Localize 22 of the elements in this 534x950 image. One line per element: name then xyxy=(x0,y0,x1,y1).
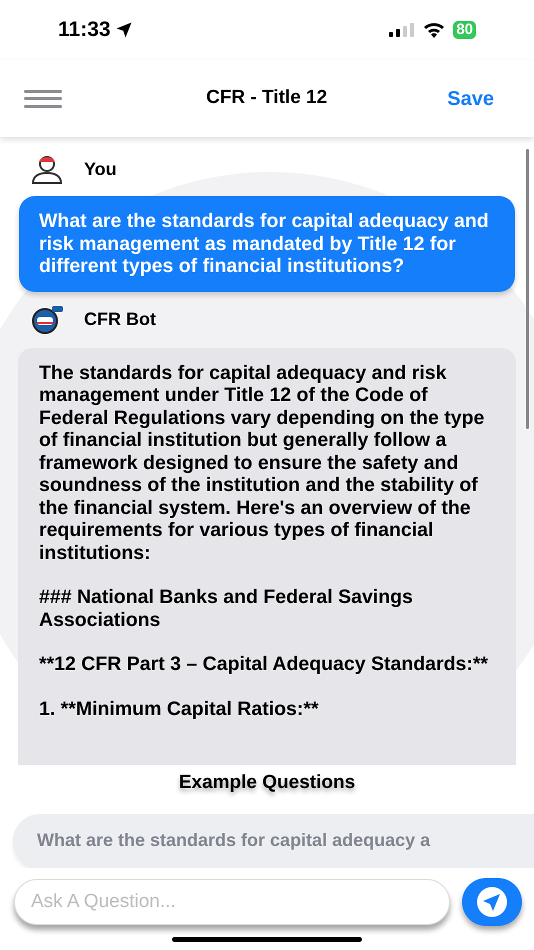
menu-icon[interactable] xyxy=(24,90,62,108)
paper-plane-icon xyxy=(476,886,508,918)
message-text: **12 CFR Part 3 – Capital Adequacy Standards:** xyxy=(39,653,490,676)
location-arrow-icon xyxy=(114,21,133,39)
screen-title: CFR - Title 12 xyxy=(206,86,328,110)
question-input[interactable]: Ask A Question... xyxy=(14,878,450,924)
message-text: The standards for capital adequacy and risk management under Title 12 of the Code of Federal Regulations vary depending on the type of financial institution but generally follow a framework designed to ensure the safety and soundness of the institution and the stability of the financial system. Here's an overview of the requirements for various types of financial institutions: xyxy=(39,362,486,564)
section-heading: Example Questions xyxy=(178,771,356,795)
signal-icon xyxy=(389,23,416,37)
battery-level: 80 xyxy=(453,21,476,39)
person-avatar-icon xyxy=(30,154,64,184)
send-button[interactable] xyxy=(462,878,522,926)
robot-avatar-icon xyxy=(30,304,64,334)
example-question-chip[interactable]: What are the standards for capital adequacy a xyxy=(13,814,534,868)
save-button[interactable]: Save xyxy=(447,84,494,114)
wifi-icon xyxy=(423,22,446,38)
message-text: 1. **Minimum Capital Ratios:** xyxy=(39,698,320,720)
message-text: What are the standards for capital adequacy and risk management as mandated by Title 12 for different types of financial institutions? xyxy=(39,210,490,278)
message-text: ### National Banks and Federal Savings Associations xyxy=(39,586,414,631)
status-time: 11:33 xyxy=(58,17,111,44)
sender-name: You xyxy=(84,158,117,180)
sender-name: CFR Bot xyxy=(84,308,156,331)
